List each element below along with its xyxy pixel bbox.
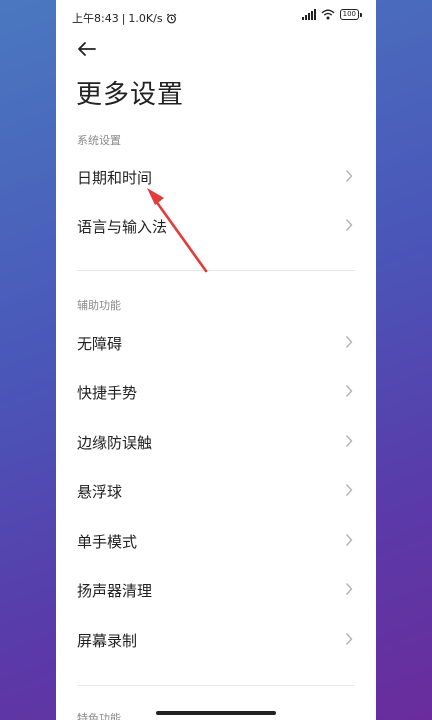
status-separator: | (121, 11, 126, 25)
row-label: 无障碍 (77, 335, 123, 353)
status-bar: 上午8:43 | 1.0K/s 100 (56, 0, 376, 34)
section-divider (77, 270, 355, 271)
row-floating-ball[interactable]: 悬浮球 (56, 468, 376, 514)
wifi-icon (321, 9, 335, 20)
status-right: 100 (301, 9, 362, 20)
chevron-right-icon (345, 219, 353, 231)
row-edge-touch-protection[interactable]: 边缘防误触 (56, 419, 376, 465)
section-header-system: 系统设置 (77, 134, 121, 147)
signal-icon (301, 9, 316, 20)
row-accessibility[interactable]: 无障碍 (56, 320, 376, 366)
home-indicator[interactable] (156, 711, 276, 715)
row-language-input[interactable]: 语言与输入法 (56, 203, 376, 249)
chevron-right-icon (345, 170, 353, 182)
row-label: 日期和时间 (77, 169, 153, 187)
row-one-handed-mode[interactable]: 单手模式 (56, 518, 376, 564)
row-label: 单手模式 (77, 533, 138, 551)
chevron-right-icon (345, 435, 353, 447)
row-quick-gestures[interactable]: 快捷手势 (56, 369, 376, 415)
chevron-right-icon (345, 336, 353, 348)
status-left: 上午8:43 | 1.0K/s (72, 10, 177, 26)
chevron-right-icon (345, 583, 353, 595)
row-label: 边缘防误触 (77, 434, 153, 452)
battery-level: 100 (339, 9, 359, 20)
row-label: 扬声器清理 (77, 582, 153, 600)
row-speaker-cleaning[interactable]: 扬声器清理 (56, 567, 376, 613)
status-time: 上午8:43 (72, 12, 119, 25)
row-label: 屏幕录制 (77, 632, 138, 650)
chevron-right-icon (345, 633, 353, 645)
row-label: 悬浮球 (77, 483, 123, 501)
alarm-icon (166, 13, 176, 23)
section-header-features: 特色功能 (77, 712, 121, 720)
back-arrow-icon (78, 42, 96, 56)
section-header-accessibility: 辅助功能 (77, 299, 121, 312)
row-screen-recording[interactable]: 屏幕录制 (56, 617, 376, 663)
row-label: 快捷手势 (77, 384, 138, 402)
back-button[interactable] (74, 36, 102, 60)
page-title: 更多设置 (76, 80, 185, 110)
settings-screen: 上午8:43 | 1.0K/s 100 更多设置 系统设置 日期和时间 语言与输… (56, 0, 376, 720)
section-divider (77, 685, 355, 686)
chevron-right-icon (345, 484, 353, 496)
status-net-speed: 1.0K/s (128, 11, 163, 25)
battery-icon: 100 (339, 9, 362, 20)
row-date-time[interactable]: 日期和时间 (56, 154, 376, 200)
chevron-right-icon (345, 534, 353, 546)
chevron-right-icon (345, 385, 353, 397)
row-label: 语言与输入法 (77, 218, 168, 236)
